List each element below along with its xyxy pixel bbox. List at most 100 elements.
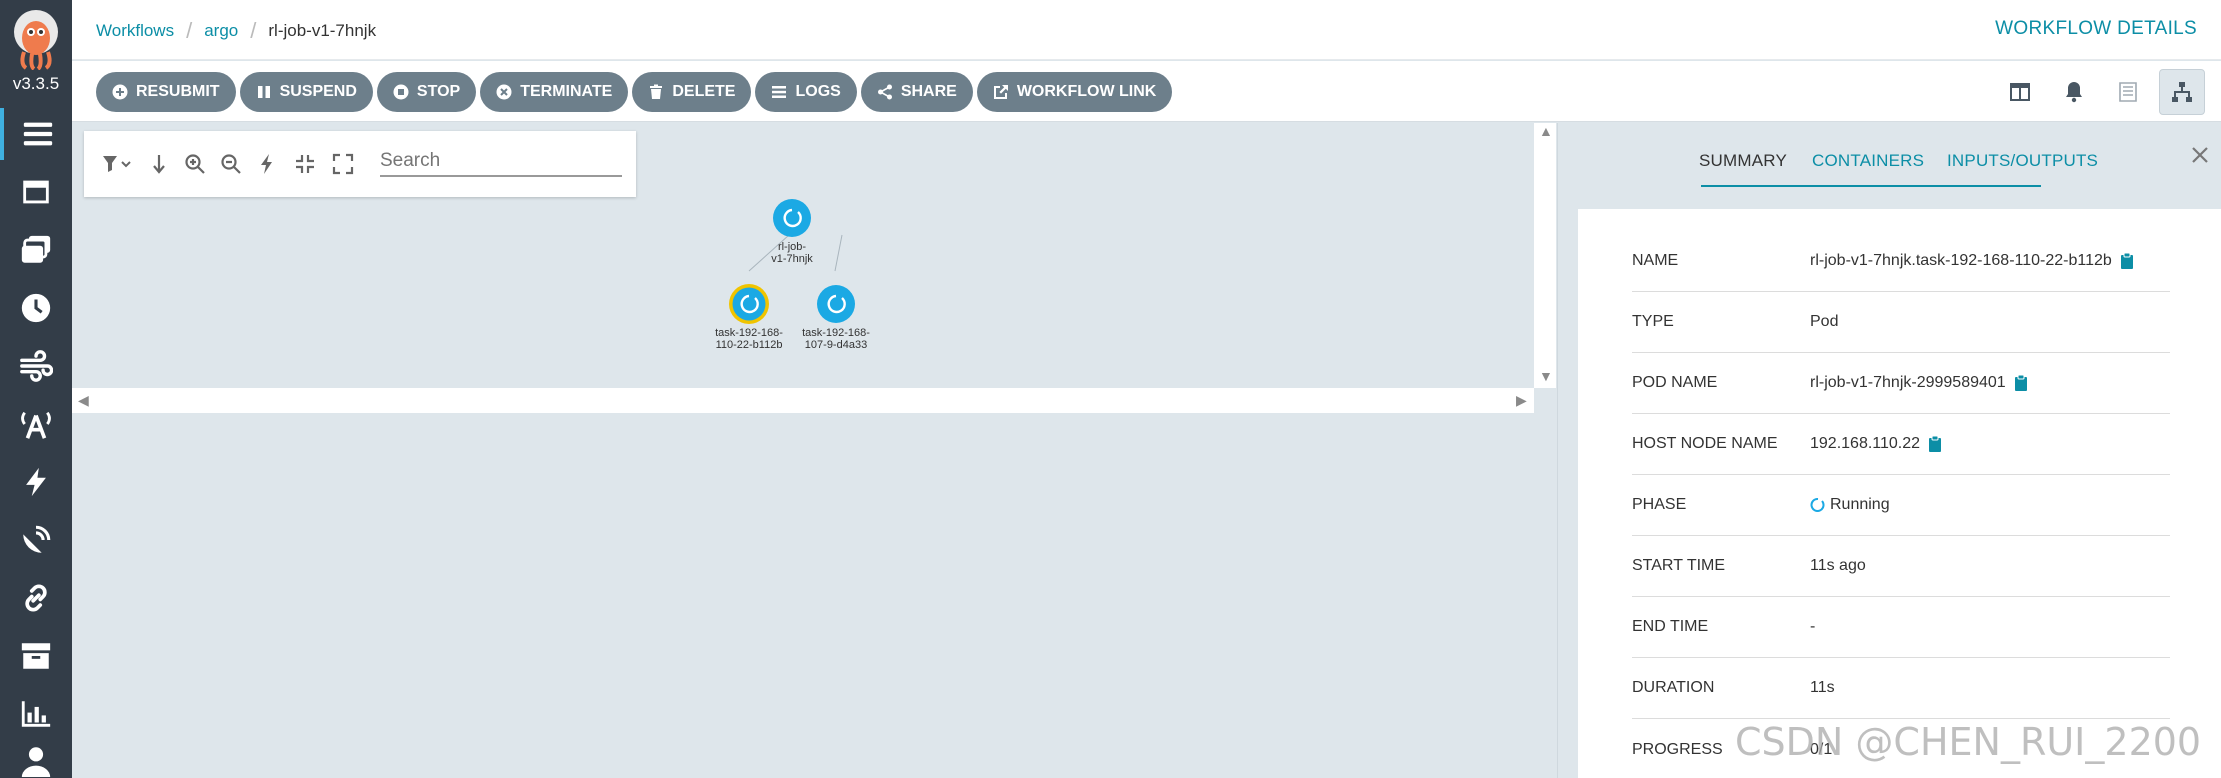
node-label: task-192-168- 107-9-d4a33: [786, 327, 886, 351]
scroll-down-icon[interactable]: ▼: [1539, 368, 1553, 384]
terminate-label: TERMINATE: [520, 83, 613, 100]
list-icon: [2119, 82, 2137, 102]
detail-key: START TIME: [1632, 557, 1726, 574]
delete-button[interactable]: DELETE: [632, 72, 752, 112]
detail-row-pod-name: POD NAME rl-job-v1-7hnjk-2999589401: [1632, 353, 2170, 414]
split-view-button[interactable]: [1997, 69, 2043, 115]
detail-row-name: NAME rl-job-v1-7hnjk.task-192-168-110-22…: [1632, 231, 2170, 292]
terminate-button[interactable]: TERMINATE: [480, 72, 629, 112]
detail-row-start-time: START TIME 11s ago: [1632, 536, 2170, 597]
sidebar-item-workflows[interactable]: [0, 108, 72, 160]
logs-label: LOGS: [795, 83, 841, 100]
breadcrumb-separator: /: [250, 18, 257, 43]
sidebar-item-cron-workflows[interactable]: [0, 282, 72, 334]
scroll-up-icon[interactable]: ▲: [1539, 123, 1553, 139]
bars-icon: [772, 86, 787, 98]
node-label: rl-job- v1-7hnjk: [752, 241, 832, 265]
sidebar-item-api-docs[interactable]: [0, 572, 72, 624]
stop-button[interactable]: STOP: [376, 72, 477, 112]
detail-value: 11s ago: [1810, 557, 1866, 574]
watermark: CSDN @CHEN_RUI_2200: [1735, 720, 2202, 764]
list-view-button[interactable]: [2105, 69, 2151, 115]
scrollbar-corner: [1534, 388, 1557, 413]
node-label-line: task-192-168-: [802, 327, 870, 339]
share-button[interactable]: SHARE: [860, 72, 973, 112]
detail-key: HOST NODE NAME: [1632, 435, 1778, 452]
stop-label: STOP: [416, 83, 461, 100]
workflow-node-task-d4a33[interactable]: [817, 285, 855, 323]
delete-label: DELETE: [672, 83, 736, 100]
external-link-icon: [993, 85, 1008, 99]
share-icon: [877, 84, 892, 100]
sidebar-item-archived-workflows[interactable]: [0, 630, 72, 682]
workflow-graph[interactable]: rl-job- v1-7hnjk task-192-168- 110-22-b1…: [72, 123, 1557, 413]
sidebar-item-event-bus[interactable]: [0, 514, 72, 566]
chart-bar-icon: [21, 701, 51, 727]
user-icon: [21, 747, 51, 777]
detail-value: 192.168.110.22: [1810, 435, 1921, 452]
detail-value: rl-job-v1-7hnjk.task-192-168-110-22-b112…: [1810, 252, 2112, 269]
workflow-link-button[interactable]: WORKFLOW LINK: [976, 72, 1173, 112]
node-label-line: 107-9-d4a33: [804, 339, 868, 351]
wind-icon: [20, 350, 53, 382]
cluster-workflow-templates-icon: [21, 235, 51, 263]
archive-icon: [21, 643, 51, 669]
breadcrumb-workflows[interactable]: Workflows: [96, 21, 174, 41]
detail-key: NAME: [1632, 252, 1679, 269]
sidebar-item-reports[interactable]: [0, 688, 72, 740]
clock-icon: [21, 293, 51, 323]
bolt-icon: [26, 467, 46, 497]
close-icon[interactable]: [2188, 143, 2212, 167]
breadcrumb-separator: /: [186, 18, 193, 43]
scroll-left-icon[interactable]: ◀: [78, 392, 89, 409]
logs-button[interactable]: LOGS: [755, 72, 857, 112]
tab-active-indicator: [1701, 185, 2041, 187]
resubmit-button[interactable]: RESUBMIT: [96, 72, 236, 112]
graph-vertical-scrollbar[interactable]: ▲ ▼: [1534, 123, 1556, 388]
clipboard-icon[interactable]: [2120, 253, 2134, 269]
times-circle-icon: [496, 84, 512, 100]
graph-view-button[interactable]: [2159, 69, 2205, 115]
workflow-node-task-b112b[interactable]: [729, 284, 769, 324]
breadcrumb-workflow-name: rl-job-v1-7hnjk: [268, 21, 377, 40]
bell-icon: [2066, 82, 2082, 103]
sidebar-item-workflow-templates[interactable]: [0, 166, 72, 218]
tab-summary[interactable]: SUMMARY: [1699, 151, 1787, 171]
events-button[interactable]: [2051, 69, 2097, 115]
node-details-panel: SUMMARY CONTAINERS INPUTS/OUTPUTS NAME r…: [1557, 123, 2221, 778]
details-tabs: SUMMARY CONTAINERS INPUTS/OUTPUTS: [1558, 123, 2221, 187]
suspend-button[interactable]: SUSPEND: [239, 72, 373, 112]
detail-value: 11s: [1810, 679, 1835, 696]
top-bar: Workflows / argo / rl-job-v1-7hnjk WORKF…: [72, 0, 2221, 60]
sidebar-item-event-sources[interactable]: [0, 398, 72, 450]
breadcrumb-namespace[interactable]: argo: [204, 21, 238, 41]
detail-row-host-node-name: HOST NODE NAME 192.168.110.22: [1632, 414, 2170, 475]
tab-inputs-outputs[interactable]: INPUTS/OUTPUTS: [1947, 151, 2098, 171]
workflow-templates-icon: [23, 180, 49, 204]
clipboard-icon[interactable]: [1928, 436, 1942, 452]
detail-key: END TIME: [1632, 618, 1709, 635]
stop-circle-icon: [393, 84, 409, 100]
scroll-right-icon[interactable]: ▶: [1516, 392, 1527, 409]
detail-key: DURATION: [1632, 679, 1715, 696]
detail-key: POD NAME: [1632, 374, 1718, 391]
node-label-line: rl-job-: [777, 241, 807, 253]
detail-value: Pod: [1810, 313, 1839, 330]
sidebar-item-event-flow[interactable]: [0, 340, 72, 392]
graph-horizontal-scrollbar[interactable]: ◀ ▶: [72, 388, 1534, 413]
resubmit-label: RESUBMIT: [136, 83, 220, 100]
workflow-root-node[interactable]: [773, 199, 811, 237]
page-title: WORKFLOW DETAILS: [1995, 18, 2197, 39]
node-label-line: task-192-168-: [715, 327, 783, 339]
sidebar-item-sensors[interactable]: [0, 456, 72, 508]
sidebar-item-cluster-workflow-templates[interactable]: [0, 224, 72, 276]
workflow-link-label: WORKFLOW LINK: [1016, 83, 1157, 100]
running-spinner-icon: [1810, 498, 1825, 512]
tab-containers[interactable]: CONTAINERS: [1812, 151, 1924, 171]
detail-row-end-time: END TIME -: [1632, 597, 2170, 658]
detail-row-phase: PHASE Running: [1632, 475, 2170, 536]
workflows-icon: [23, 122, 53, 146]
sidebar-item-user[interactable]: [0, 734, 72, 778]
argo-logo-icon[interactable]: [12, 8, 60, 70]
clipboard-icon[interactable]: [2014, 375, 2028, 391]
